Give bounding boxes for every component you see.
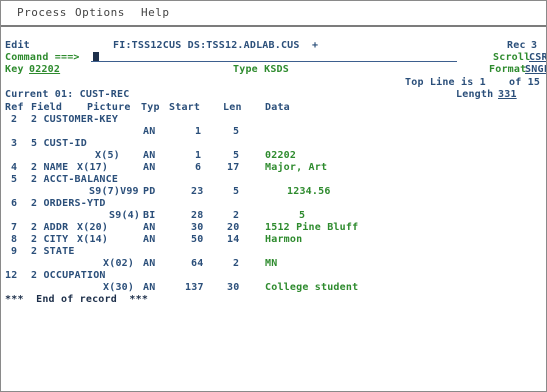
row-len: 5 xyxy=(233,186,240,197)
row-picture: X(20) xyxy=(77,222,109,233)
row-start: 23 xyxy=(191,186,204,197)
row-ref: 6 xyxy=(11,198,18,209)
row-field-name: 2 CITY xyxy=(31,234,69,245)
row-ref: 4 xyxy=(11,162,18,173)
row-field-name: 2 ADDR xyxy=(31,222,69,233)
row-data-value[interactable]: Major, Art xyxy=(265,162,327,174)
row-len: 20 xyxy=(227,222,240,233)
rec-value: 3 xyxy=(531,40,538,51)
row-len: 2 xyxy=(233,210,240,221)
rec-label: Rec xyxy=(507,40,526,51)
row-picture: X(5) xyxy=(95,150,120,161)
col-field: Field xyxy=(31,102,63,113)
terminal-window: Process Options Help Edit FI:TSS12CUS DS… xyxy=(0,0,547,392)
row-field-name: 2 STATE xyxy=(31,246,75,257)
edit-screen: Edit FI:TSS12CUS DS:TSS12.ADLAB.CUS + Re… xyxy=(1,27,546,391)
command-label: Command ===> xyxy=(5,52,80,63)
type-label: Type KSDS xyxy=(233,64,289,75)
row-start: 6 xyxy=(195,162,202,173)
row-ref: 3 xyxy=(11,138,18,149)
row-len: 2 xyxy=(233,258,240,269)
row-data-value[interactable]: 5 xyxy=(299,210,305,222)
dataset-name: FI:TSS12CUS DS:TSS12.ADLAB.CUS + xyxy=(113,40,319,51)
row-field-name: 2 ORDERS-YTD xyxy=(31,198,106,209)
length-label: Length xyxy=(456,89,494,100)
row-len: 17 xyxy=(227,162,240,173)
menu-help[interactable]: Help xyxy=(141,6,170,19)
row-picture: S9(4) xyxy=(109,210,141,221)
length-value: 331 xyxy=(498,89,517,100)
col-data: Data xyxy=(265,102,290,113)
menu-process[interactable]: Process xyxy=(17,6,67,19)
row-picture: X(17) xyxy=(77,162,109,173)
row-field-name: 5 CUST-ID xyxy=(31,138,87,149)
row-picture: X(14) xyxy=(77,234,109,245)
col-picture: Picture xyxy=(87,102,131,113)
current-record-label: Current 01: CUST-REC xyxy=(5,89,130,100)
col-ref: Ref xyxy=(5,102,24,113)
row-data-value[interactable]: Harmon xyxy=(265,234,302,246)
row-data-value[interactable]: College student xyxy=(265,282,358,294)
col-typ: Typ xyxy=(141,102,160,113)
menu-options[interactable]: Options xyxy=(75,6,125,19)
col-start: Start xyxy=(169,102,201,113)
row-typ: AN xyxy=(143,162,156,173)
row-field-name: 2 NAME xyxy=(31,162,69,173)
row-start: 137 xyxy=(185,282,204,293)
row-start: 64 xyxy=(191,258,204,269)
of-count: of 15 xyxy=(509,77,541,88)
menu-bar: Process Options Help xyxy=(1,1,546,27)
row-field-name: 2 OCCUPATION xyxy=(31,270,106,281)
scroll-label: Scroll xyxy=(493,52,531,63)
row-ref: 5 xyxy=(11,174,18,185)
row-len: 5 xyxy=(233,150,240,161)
row-typ: AN xyxy=(143,150,156,161)
row-data-value[interactable]: 1234.56 xyxy=(287,186,331,198)
edit-label: Edit xyxy=(5,40,30,51)
row-picture: S9(7)V99 xyxy=(89,186,139,197)
row-picture: X(30) xyxy=(103,282,135,293)
row-typ: AN xyxy=(143,282,156,293)
row-typ: AN xyxy=(143,258,156,269)
top-line-text: Top Line is 1 xyxy=(405,77,486,88)
row-field-name: 2 ACCT-BALANCE xyxy=(31,174,119,185)
row-len: 30 xyxy=(227,282,240,293)
row-start: 1 xyxy=(195,126,202,137)
row-field-name: 2 CUSTOMER-KEY xyxy=(31,114,119,125)
format-label: Format xyxy=(489,64,527,75)
row-ref: 8 xyxy=(11,234,18,245)
row-ref: 12 xyxy=(5,270,18,281)
row-data-value[interactable]: 02202 xyxy=(265,150,296,162)
end-of-record: *** End of record *** xyxy=(5,294,149,305)
row-typ: PD xyxy=(143,186,156,197)
row-typ: AN xyxy=(143,222,156,233)
row-picture: X(02) xyxy=(103,258,135,269)
col-len: Len xyxy=(223,102,242,113)
row-start: 1 xyxy=(195,150,202,161)
row-typ: AN xyxy=(143,234,156,245)
row-start: 28 xyxy=(191,210,204,221)
command-input[interactable] xyxy=(91,61,457,62)
row-typ: BI xyxy=(143,210,156,221)
row-len: 5 xyxy=(233,126,240,137)
row-typ: AN xyxy=(143,126,156,137)
key-value[interactable]: 02202 xyxy=(29,64,60,76)
row-start: 30 xyxy=(191,222,204,233)
key-label: Key xyxy=(5,64,24,75)
row-len: 14 xyxy=(227,234,240,245)
row-data-value[interactable]: 1512 Pine Bluff xyxy=(265,222,358,234)
row-ref: 2 xyxy=(11,114,18,125)
row-start: 50 xyxy=(191,234,204,245)
row-ref: 7 xyxy=(11,222,18,233)
row-data-value[interactable]: MN xyxy=(265,258,277,270)
format-value[interactable]: SNGL xyxy=(525,64,546,76)
row-ref: 9 xyxy=(11,246,18,257)
scroll-value[interactable]: CSR xyxy=(529,52,546,64)
